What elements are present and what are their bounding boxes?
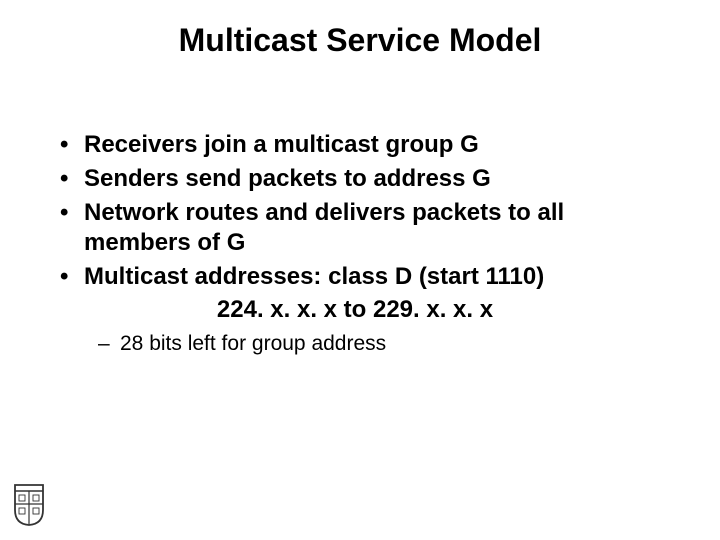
address-range: 224. x. x. x to 229. x. x. x [50, 296, 660, 324]
slide-body: Receivers join a multicast group G Sende… [50, 130, 660, 357]
slide-title: Multicast Service Model [0, 22, 720, 59]
sub-bullet-list: 28 bits left for group address [50, 330, 660, 357]
sub-bullet-item: 28 bits left for group address [50, 330, 660, 357]
bullet-item: Receivers join a multicast group G [50, 130, 660, 160]
bullet-list: Receivers join a multicast group G Sende… [50, 130, 660, 292]
bullet-item: Multicast addresses: class D (start 1110… [50, 262, 660, 292]
bullet-item: Senders send packets to address G [50, 164, 660, 194]
shield-icon [14, 484, 44, 526]
bullet-item: Network routes and delivers packets to a… [50, 198, 660, 258]
